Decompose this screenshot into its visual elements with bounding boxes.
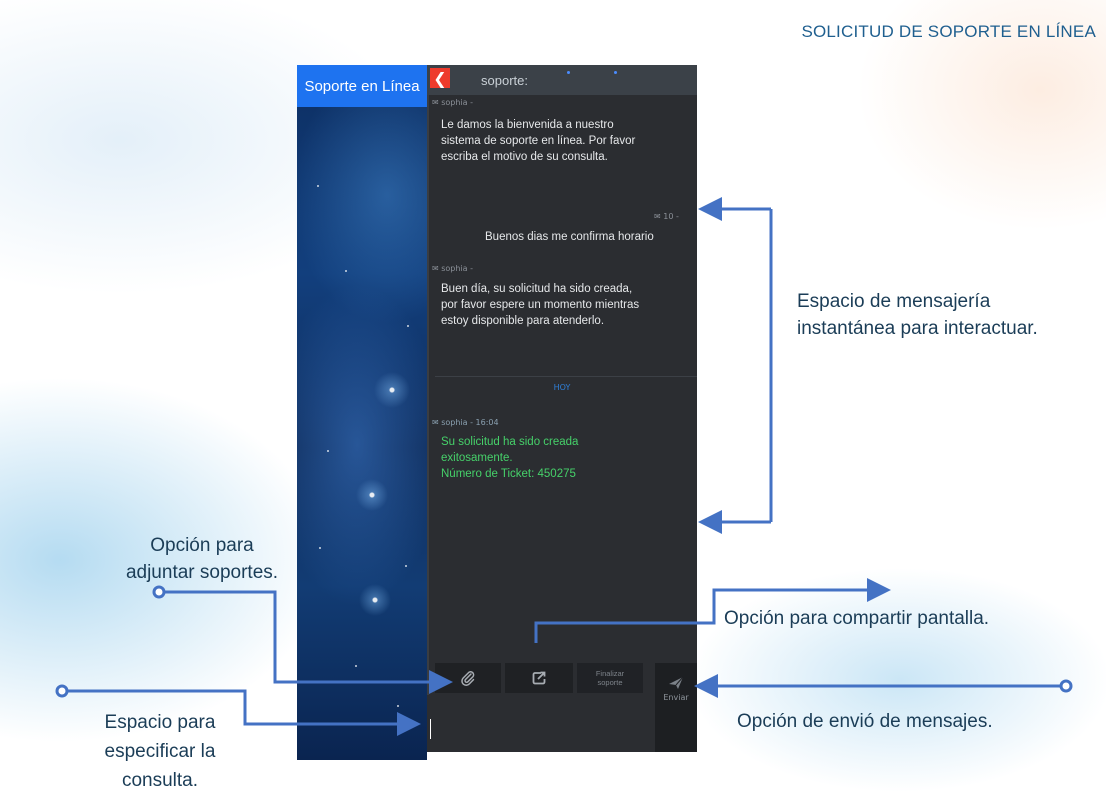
arrow-origin-dot [1059,679,1073,693]
page-title: SOLICITUD DE SOPORTE EN LÍNEA [801,22,1096,41]
annotation-share: Opción para compartir pantalla. [724,608,990,629]
star [355,665,357,667]
message-text: Buen día, su solicitud ha sido creada, p… [441,283,640,327]
message-meta: ✉ sophia - [432,98,474,107]
message-text: Su solicitud ha sido creada exitosamente… [441,434,671,482]
chat-title: soporte: [481,73,528,88]
share-screen-button[interactable] [505,663,573,693]
star [407,325,409,327]
star [327,450,329,452]
message-text: Buenos dias me confirma horario [485,231,654,243]
paperclip-icon [461,671,475,686]
message-meta: ✉ 10 - [654,212,679,221]
message-meta: ✉ sophia - 16:04 [432,418,499,427]
back-button[interactable]: ❮ [430,68,450,88]
annotation-attach: Opción para adjuntar soportes. [125,535,279,583]
message-line: Su solicitud ha sido creada [441,436,579,448]
star [345,270,347,272]
annotation-send: Opción de envió de mensajes. [737,711,993,732]
date-divider-label: HOY [553,383,571,392]
arrow-origin-dot [55,684,69,698]
annotation-query: Espacio para especificar la consulta. [104,712,216,791]
sidebar-header[interactable]: Soporte en Línea [297,65,427,107]
status-dot [614,71,617,74]
star [405,565,407,567]
screen-share-icon [532,671,546,685]
attach-button[interactable] [435,663,501,693]
sidebar: Soporte en Línea [297,65,427,760]
divider [435,376,697,377]
text-caret [430,719,431,739]
paper-plane-icon [669,676,684,689]
chat-header: ❮ soporte: [427,65,697,95]
annotation-messaging: Espacio de mensajería instantánea para i… [797,291,1038,339]
status-dot [567,71,570,74]
message-line: Número de Ticket: 450275 [441,468,576,480]
message-meta: ✉ sophia - [432,264,474,273]
star [317,185,319,187]
finalize-support-button[interactable]: Finalizar soporte [577,663,643,693]
chat-panel: ❮ soporte: ✉ sophia - Le damos la bienve… [427,65,697,752]
send-label: Enviar [663,693,689,702]
message-line: exitosamente. [441,452,513,464]
arrow-origin-dot [152,585,166,599]
scrollbar[interactable] [427,95,429,695]
finalize-support-label: Finalizar soporte [595,669,625,687]
message-text: Le damos la bienvenida a nuestro sistema… [441,119,636,163]
message-input[interactable] [427,697,653,752]
star [319,547,321,549]
chevron-left-icon: ❮ [433,68,447,88]
send-button[interactable]: Enviar [655,663,697,752]
star [397,705,399,707]
